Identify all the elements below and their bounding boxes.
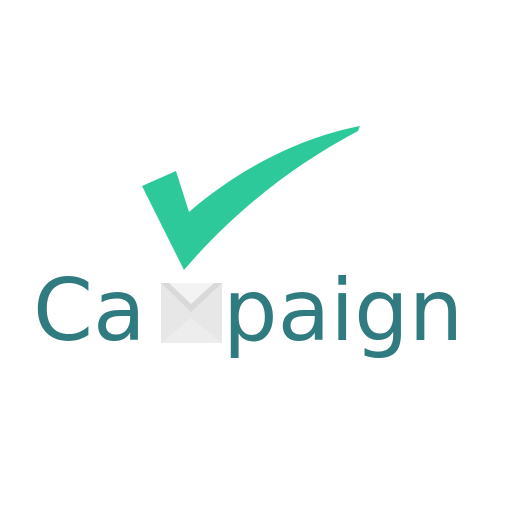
checkmark-icon [142,126,360,270]
wordmark-text-end: paign [223,261,463,361]
envelope-icon [161,283,222,343]
wordmark-text-start: Ca [33,261,146,361]
logo-canvas: Ca paign [33,126,463,361]
campaign-logo: Ca paign [0,0,512,512]
